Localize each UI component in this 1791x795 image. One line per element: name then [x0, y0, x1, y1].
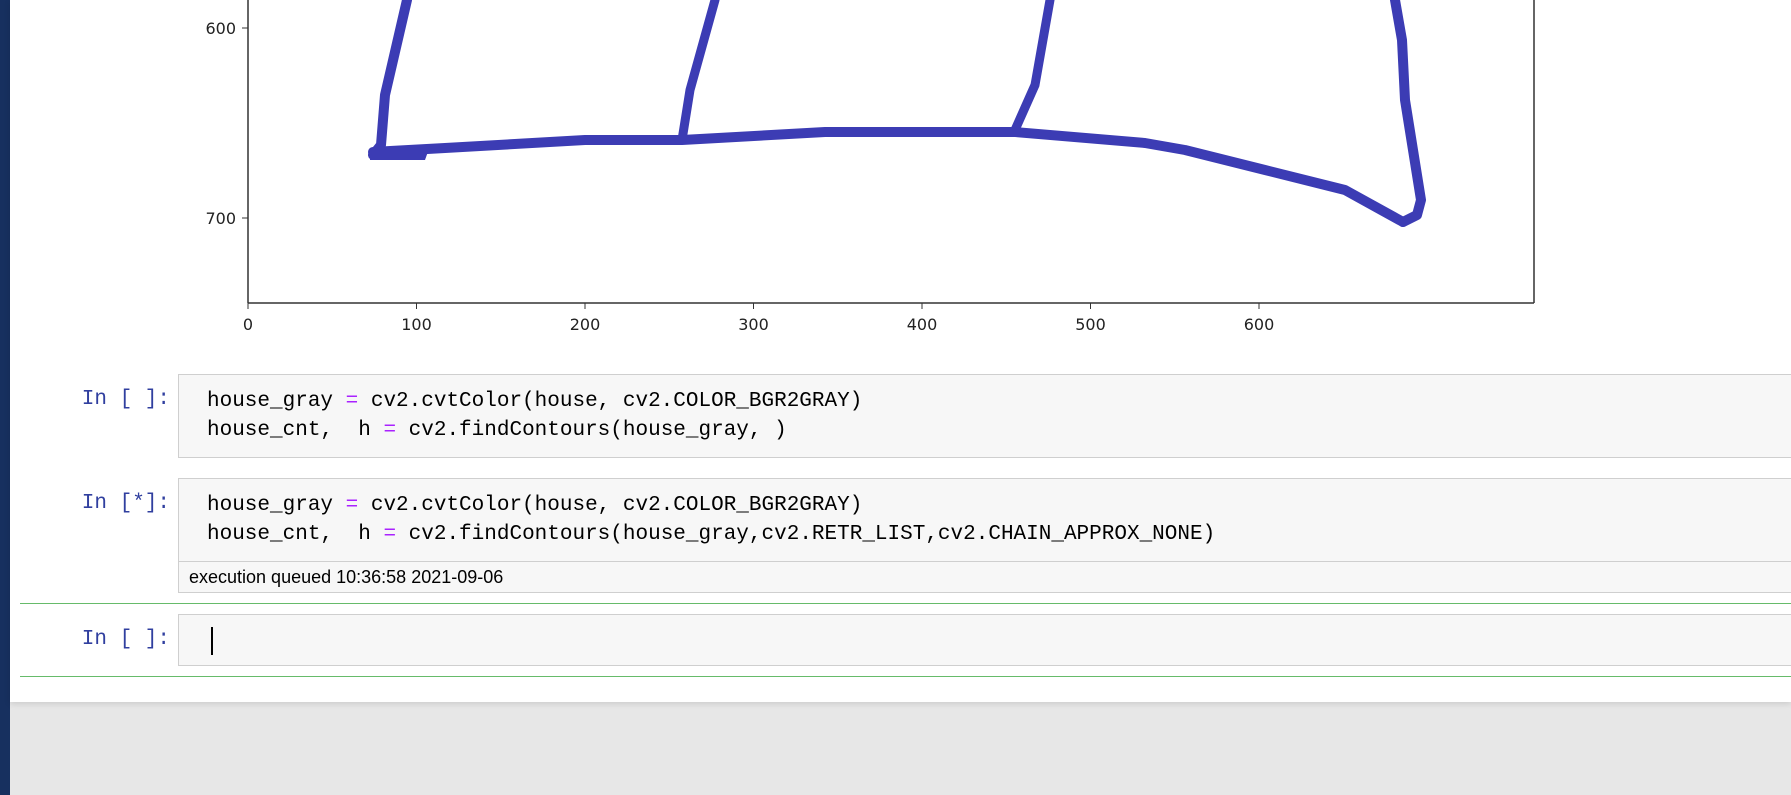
code-line: house_cnt, h = cv2.findContours(house_gr…	[207, 520, 1215, 549]
code-input[interactable]: house_gray = cv2.cvtColor(house, cv2.COL…	[178, 478, 1791, 593]
code-input-active[interactable]	[178, 614, 1791, 666]
code-operator: =	[383, 419, 397, 442]
code-operator: =	[383, 523, 397, 546]
text-cursor	[211, 627, 213, 655]
code-text[interactable]: house_gray = cv2.cvtColor(house, cv2.COL…	[207, 387, 862, 445]
code-operator: =	[345, 390, 359, 413]
house-left-wall	[368, 0, 412, 160]
y-tick-label: 600	[205, 19, 236, 38]
code-text[interactable]: house_gray = cv2.cvtColor(house, cv2.COL…	[207, 491, 1215, 549]
house-inner-wall-2	[1010, 0, 1055, 135]
selected-cell-border-bottom	[20, 676, 1791, 677]
code-token: house_cnt, h	[207, 419, 384, 442]
code-token: house_cnt, h	[207, 523, 384, 546]
cell-prompt: In [ ]:	[81, 628, 170, 651]
code-line: house_cnt, h = cv2.findContours(house_gr…	[207, 416, 862, 445]
code-line: house_gray = cv2.cvtColor(house, cv2.COL…	[207, 387, 862, 416]
x-tick-label: 400	[907, 315, 938, 334]
code-token: cv2.findContours(house_gray, )	[396, 419, 787, 442]
x-tick-label: 0	[243, 315, 253, 334]
code-token: cv2.cvtColor(house, cv2.COLOR_BGR2GRAY)	[358, 494, 863, 517]
code-cell-3[interactable]: In [ ]:	[10, 614, 1791, 666]
code-token: cv2.findContours(house_gray,cv2.RETR_LIS…	[396, 523, 1216, 546]
x-tick-label: 500	[1075, 315, 1106, 334]
code-token: house_gray	[207, 494, 346, 517]
code-operator: =	[345, 494, 359, 517]
cell-prompt: In [ ]:	[81, 388, 170, 411]
code-cell-1[interactable]: In [ ]: house_gray = cv2.cvtColor(house,…	[10, 374, 1791, 460]
code-line: house_gray = cv2.cvtColor(house, cv2.COL…	[207, 491, 1215, 520]
code-input[interactable]: house_gray = cv2.cvtColor(house, cv2.COL…	[178, 374, 1791, 458]
plot-svg: 0 100 200 300 400 500 600 600 700	[205, 0, 1535, 334]
code-cell-2[interactable]: In [*]: house_gray = cv2.cvtColor(house,…	[10, 478, 1791, 594]
code-token: house_gray	[207, 390, 346, 413]
notebook-page: 0 100 200 300 400 500 600 600 700 In [ ]: house…	[10, 0, 1791, 702]
house-drawing	[368, 0, 1426, 227]
house-floor	[368, 127, 1408, 227]
house-right-wall	[1390, 0, 1426, 227]
selected-cell-border-top	[20, 603, 1791, 604]
x-tick-label: 100	[401, 315, 432, 334]
x-tick-label: 600	[1244, 315, 1275, 334]
code-token: cv2.cvtColor(house, cv2.COLOR_BGR2GRAY)	[358, 390, 863, 413]
x-tick-label: 300	[738, 315, 769, 334]
y-tick-label: 700	[205, 209, 236, 228]
x-axis-ticks: 0 100 200 300 400 500 600	[243, 303, 1274, 334]
output-plot: 0 100 200 300 400 500 600 600 700	[185, 0, 1555, 345]
x-tick-label: 200	[570, 315, 601, 334]
left-window-edge	[0, 0, 10, 795]
house-inner-wall-1	[677, 0, 720, 145]
cell-prompt-running: In [*]:	[81, 492, 170, 515]
execution-status: execution queued 10:36:58 2021-09-06	[179, 561, 1791, 592]
y-axis-ticks: 600 700	[205, 19, 248, 228]
house-corner-blob	[370, 146, 430, 160]
